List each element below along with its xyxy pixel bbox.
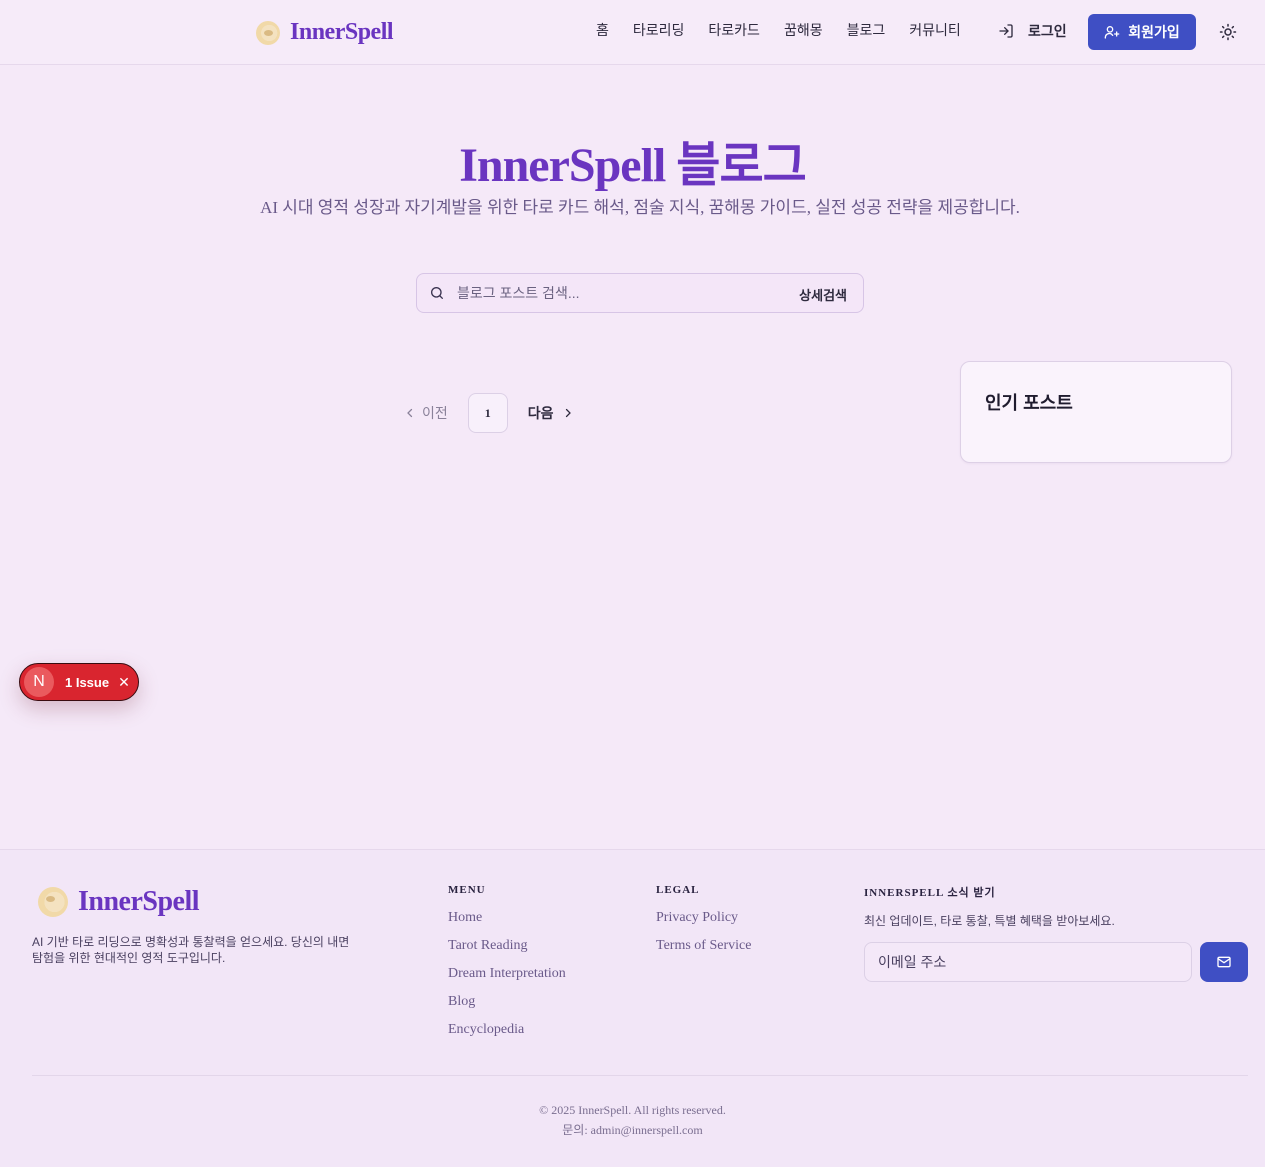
issue-indicator[interactable]: N 1 Issue ✕ xyxy=(19,663,139,701)
nav-item-blog[interactable]: 블로그 xyxy=(847,20,886,40)
issue-count: 1 Issue xyxy=(65,674,110,690)
newsletter-heading: INNERSPELL 소식 받기 xyxy=(864,887,996,899)
page-number-button[interactable]: 1 xyxy=(467,393,508,433)
site-footer: InnerSpell AI 기반 타로 리딩으로 명확성과 통찰력을 얻으세요.… xyxy=(0,849,1265,1167)
footer-legal: LEGAL Privacy Policy Terms of Service xyxy=(656,884,751,966)
footer-copyright-block: © 2025 InnerSpell. All rights reserved. … xyxy=(0,1100,1265,1140)
footer-legal-heading: LEGAL xyxy=(656,884,700,896)
page-subtitle: AI 시대 영적 성장과 자기계발을 위한 타로 카드 해석, 점술 지식, 꿈… xyxy=(260,198,1020,217)
footer-link-dream[interactable]: Dream Interpretation xyxy=(448,966,566,994)
nav-item-community[interactable]: 커뮤니티 xyxy=(909,20,961,40)
email-input[interactable] xyxy=(865,943,1191,981)
footer-newsletter: INNERSPELL 소식 받기 최신 업데이트, 타로 통찰, 특별 혜택을 … xyxy=(864,884,1115,929)
footer-link-tarot-reading[interactable]: Tarot Reading xyxy=(448,938,566,966)
footer-divider xyxy=(32,1075,1248,1076)
newsletter-text: 최신 업데이트, 타로 통찰, 특별 혜택을 받아보세요. xyxy=(864,914,1115,928)
footer-brand-name: InnerSpell xyxy=(78,886,200,917)
nav-item-dream[interactable]: 꿈해몽 xyxy=(784,20,823,40)
next-page-button[interactable]: 다음 xyxy=(528,403,574,423)
advanced-search-button[interactable]: 상세검색 xyxy=(799,285,847,304)
footer-link-encyclopedia[interactable]: Encyclopedia xyxy=(448,1022,566,1050)
blog-search: 상세검색 xyxy=(416,273,864,313)
search-icon xyxy=(431,287,443,299)
mail-icon xyxy=(1217,956,1231,968)
login-icon xyxy=(999,24,1013,38)
chevron-left-icon xyxy=(407,408,413,418)
prev-page-label: 이전 xyxy=(422,405,448,421)
close-icon[interactable]: ✕ xyxy=(118,674,130,691)
footer-link-blog[interactable]: Blog xyxy=(448,994,566,1022)
site-header: InnerSpell 홈 타로리딩 타로카드 꿈해몽 블로그 커뮤니티 로그인 … xyxy=(0,0,1265,65)
nav-item-tarot-cards[interactable]: 타로카드 xyxy=(708,20,760,40)
search-input[interactable] xyxy=(457,274,777,312)
footer-link-privacy[interactable]: Privacy Policy xyxy=(656,910,751,938)
eye-logo-icon xyxy=(256,20,280,45)
main-nav: 홈 타로리딩 타로카드 꿈해몽 블로그 커뮤니티 xyxy=(596,20,961,40)
header-logo[interactable]: InnerSpell xyxy=(256,19,394,46)
popular-posts-card: 인기 포스트 xyxy=(960,361,1232,463)
next-page-label: 다음 xyxy=(527,405,554,421)
user-plus-icon xyxy=(1104,26,1120,39)
contact-text: 문의: admin@innerspell.com xyxy=(562,1123,703,1137)
prev-page-button[interactable]: 이전 xyxy=(404,403,448,423)
footer-description: AI 기반 타로 리딩으로 명확성과 통찰력을 얻으세요. 당신의 내면 탐험을… xyxy=(32,935,350,965)
brand-name: InnerSpell xyxy=(290,19,394,45)
eye-logo-icon xyxy=(38,887,68,917)
footer-link-terms[interactable]: Terms of Service xyxy=(656,938,751,966)
newsletter-email-field xyxy=(864,942,1192,982)
login-label: 로그인 xyxy=(1028,23,1067,39)
signup-label: 회원가입 xyxy=(1128,24,1180,40)
nextjs-logo-icon: N xyxy=(24,667,54,697)
chevron-right-icon xyxy=(565,408,571,418)
popular-posts-title: 인기 포스트 xyxy=(985,393,1073,413)
nav-item-home[interactable]: 홈 xyxy=(596,20,609,40)
footer-menu-heading: MENU xyxy=(448,884,486,896)
footer-menu: MENU Home Tarot Reading Dream Interpreta… xyxy=(448,884,566,1050)
nav-item-tarot-reading[interactable]: 타로리딩 xyxy=(633,20,685,40)
footer-logo[interactable]: InnerSpell xyxy=(38,886,200,918)
page-title: InnerSpell 블로그 xyxy=(459,139,807,192)
footer-link-home[interactable]: Home xyxy=(448,910,566,938)
subscribe-button[interactable] xyxy=(1200,942,1248,982)
sun-theme-toggle-icon[interactable] xyxy=(1219,23,1237,41)
pagination: 이전 1 다음 xyxy=(404,393,574,433)
login-button[interactable]: 로그인 xyxy=(998,21,1067,41)
signup-button[interactable]: 회원가입 xyxy=(1088,14,1196,50)
copyright-text: © 2025 InnerSpell. All rights reserved. xyxy=(539,1103,726,1117)
